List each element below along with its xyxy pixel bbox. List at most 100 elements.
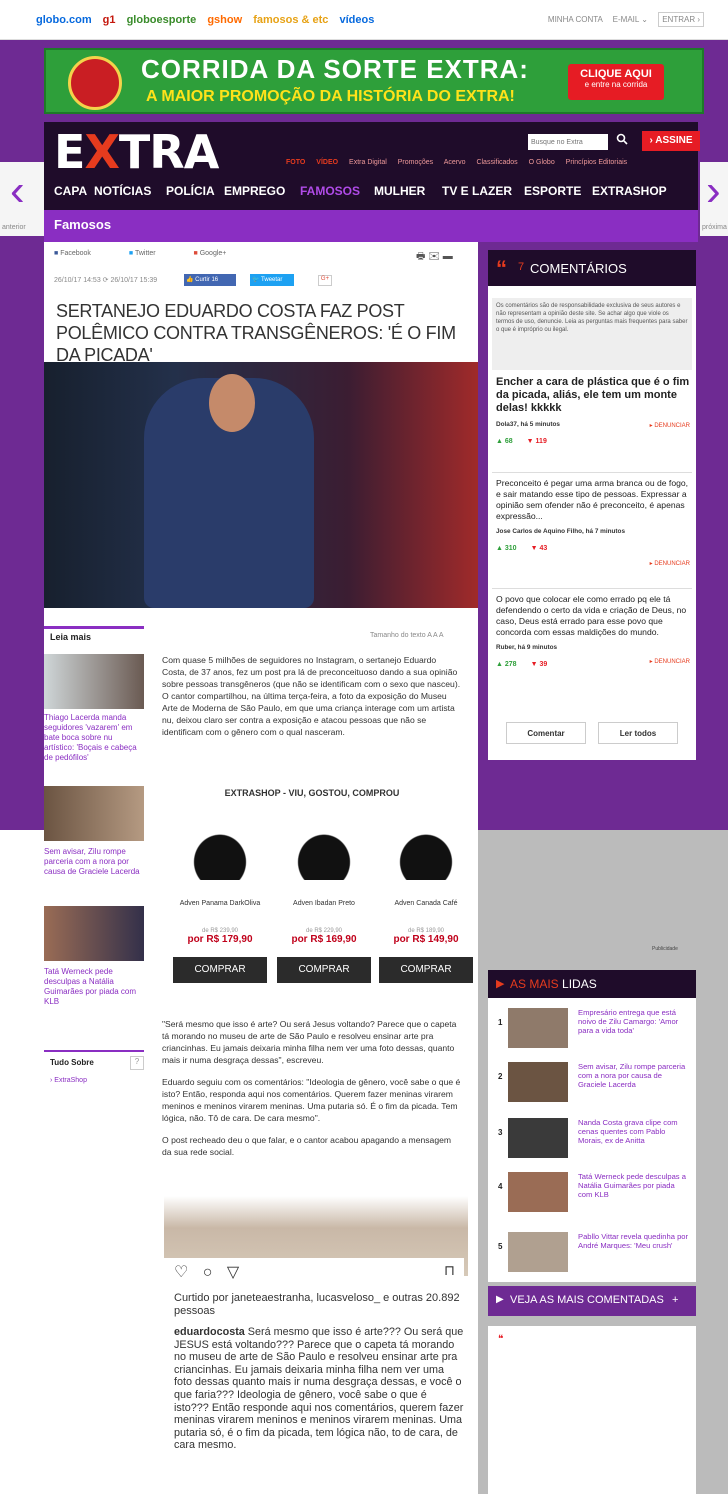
minha-conta-link[interactable]: MINHA CONTA — [548, 15, 603, 24]
nav-extrashop[interactable]: EXTRASHOP — [592, 184, 667, 198]
subnav-extra-digital[interactable]: Extra Digital — [349, 159, 387, 166]
comentar-button[interactable]: Comentar — [506, 722, 586, 744]
nav-tv-lazer[interactable]: TV E LAZER — [442, 184, 512, 198]
mais-lidas-item[interactable]: 1 Empresário entrega que está noivo de Zi… — [496, 1006, 692, 1054]
leia-mais-thumb — [44, 786, 144, 841]
google-share[interactable]: ■ Google+ — [194, 250, 245, 257]
nav-videos[interactable]: vídeos — [339, 14, 374, 26]
mais-lidas-item[interactable]: 3 Nanda Costa grava clipe com cenas quent… — [496, 1116, 692, 1164]
nav-gshow[interactable]: gshow — [207, 14, 242, 26]
comments-count: 7 — [518, 261, 525, 273]
tweet-button[interactable]: 🐦 Tweetar — [250, 274, 294, 286]
lida-thumb — [508, 1118, 568, 1158]
comment-bubble-icon[interactable]: ○ — [203, 1264, 213, 1281]
comprar-button[interactable]: COMPRAR — [173, 957, 267, 983]
mais-comentadas-header[interactable]: ▶ VEJA AS MAIS COMENTADAS + — [488, 1286, 696, 1316]
denunciar-link[interactable]: ▸ DENUNCIAR — [650, 658, 690, 665]
thumbs-up-icon[interactable]: ▲ 68 — [496, 438, 513, 445]
thumbs-up-icon[interactable]: ▲ 278 — [496, 661, 517, 668]
subnav-acervo[interactable]: Acervo — [444, 159, 466, 166]
product-name: Adven Panama DarkOliva — [179, 900, 261, 907]
publicidade-label: Publicidade — [652, 946, 678, 952]
mais-lidas-item[interactable]: 2 Sem avisar, Zilu rompe parceria com a n… — [496, 1060, 692, 1108]
help-icon[interactable]: ? — [130, 1056, 144, 1070]
leia-mais-item[interactable]: Thiago Lacerda manda seguidores 'vazarem… — [44, 654, 144, 763]
subnav-video[interactable]: VÍDEO — [316, 159, 338, 166]
bookmark-icon[interactable]: ⊓ — [444, 1262, 455, 1279]
mais-lidas-item[interactable]: 4 Tatá Werneck pede desculpas a Natália G… — [496, 1170, 692, 1218]
rank-number: 1 — [498, 1018, 503, 1027]
leia-mais-item[interactable]: Sem avisar, Zilu rompe parceria com a no… — [44, 786, 144, 877]
subnav-principios[interactable]: Princípios Editoriais — [566, 159, 627, 166]
comprar-button[interactable]: COMPRAR — [379, 957, 473, 983]
logo-e: E — [54, 125, 85, 179]
facebook-icon: ■ — [54, 250, 59, 257]
article-body: "Será mesmo que isso é arte? Ou será Jes… — [162, 1018, 462, 1168]
gplus-button[interactable]: G+ — [318, 275, 332, 286]
subnav-foto[interactable]: FOTO — [286, 159, 305, 166]
assine-button[interactable]: › ASSINE — [642, 131, 700, 151]
mais-lidas-item[interactable]: 5 Pabllo Vittar revela quedinha por André… — [496, 1230, 692, 1278]
nav-noticias[interactable]: NOTÍCIAS — [94, 184, 151, 198]
email-link[interactable]: E-MAIL ⌄ — [613, 15, 648, 24]
send-icon[interactable]: ▽ — [227, 1264, 239, 1281]
nav-famosos-active[interactable]: FAMOSOS — [300, 184, 360, 198]
lida-thumb — [508, 1172, 568, 1212]
print-icon[interactable]: 🖶 — [416, 251, 425, 262]
product-card[interactable]: Adven Canada Café de R$ 189,90 por R$ 14… — [376, 810, 476, 983]
facebook-like-button[interactable]: 👍 Curtir 16 — [184, 274, 236, 286]
twitter-share[interactable]: ■ Twitter — [129, 250, 174, 257]
search-input[interactable] — [528, 134, 608, 150]
nav-globoesporte[interactable]: globoesporte — [127, 14, 197, 26]
instagram-user[interactable]: eduardocosta — [174, 1326, 245, 1338]
heart-icon[interactable]: ♡ — [174, 1264, 188, 1281]
up-count: 68 — [504, 438, 513, 445]
product-card[interactable]: Adven Panama DarkOliva de R$ 239,90 por … — [170, 810, 270, 983]
nav-globo[interactable]: globo.com — [36, 14, 92, 26]
comment-item: Preconceito é pegar uma arma branca ou d… — [496, 478, 692, 567]
product-card[interactable]: Adven Ibadan Preto de R$ 229,90 por R$ 1… — [274, 810, 374, 983]
thumbs-up-icon[interactable]: ▲ 310 — [496, 545, 517, 552]
tudo-sobre-link[interactable]: › ExtraShop — [50, 1077, 87, 1084]
facebook-share[interactable]: ■ Facebook — [54, 250, 109, 257]
section-bar: Famosos — [44, 210, 698, 242]
leia-mais-item[interactable]: Tatá Werneck pede desculpas a Natália Gu… — [44, 906, 144, 1007]
nav-emprego[interactable]: EMPREGO — [224, 184, 285, 198]
extra-logo[interactable]: EXTRA — [54, 125, 219, 179]
body-paragraph: Eduardo seguiu com os comentários: "Ideo… — [162, 1077, 461, 1123]
nav-g1[interactable]: g1 — [103, 14, 116, 26]
subnav-oglobo[interactable]: O Globo — [529, 159, 555, 166]
subnav-promocoes[interactable]: Promoções — [398, 159, 433, 166]
comment-icon[interactable]: ▬ — [443, 251, 453, 262]
nav-esporte[interactable]: ESPORTE — [524, 184, 581, 198]
thumbs-down-icon[interactable]: ▼ 43 — [531, 545, 548, 552]
nav-famosos[interactable]: famosos & etc — [253, 14, 328, 26]
banner-cta-button[interactable]: CLIQUE AQUI e entre na corrida — [568, 64, 664, 100]
caption-text: Será mesmo que isso é arte??? Ou será qu… — [174, 1326, 464, 1452]
nav-capa[interactable]: CAPA — [54, 184, 87, 198]
globo-nav: globo.com g1 globoesporte gshow famosos … — [36, 14, 382, 26]
comprar-button[interactable]: COMPRAR — [277, 957, 371, 983]
promo-banner[interactable]: CORRIDA DA SORTE EXTRA: A MAIOR PROMOÇÃO… — [44, 48, 704, 114]
twitter-icon: ■ — [128, 250, 134, 257]
nav-policia[interactable]: POLÍCIA — [166, 184, 215, 198]
thumbs-down-icon[interactable]: ▼ 119 — [527, 438, 547, 445]
singer-head — [209, 374, 255, 432]
mais-comentadas-box: ❝ — [488, 1326, 696, 1494]
denunciar-link[interactable]: ▸ DENUNCIAR — [650, 422, 690, 429]
plus-icon[interactable]: + — [672, 1294, 678, 1306]
next-article-button[interactable]: › próxima — [700, 162, 728, 236]
nav-mulher[interactable]: MULHER — [374, 184, 425, 198]
subnav-classificados[interactable]: Classificados — [476, 159, 517, 166]
text-size-control[interactable]: Tamanho do texto A A A — [370, 632, 444, 639]
denunciar-link[interactable]: ▸ DENUNCIAR — [650, 560, 690, 567]
ler-todos-button[interactable]: Ler todos — [598, 722, 678, 744]
mais-lidas-header: ▶ AS MAIS LIDAS — [488, 970, 696, 998]
thumbs-down-icon[interactable]: ▼ 39 — [531, 661, 548, 668]
prev-article-button[interactable]: ‹ anterior — [0, 162, 44, 236]
banner-cta-sub: e entre na corrida — [584, 80, 648, 89]
account-links: MINHA CONTA E-MAIL ⌄ ENTRAR › — [540, 12, 704, 27]
mail-icon[interactable]: ✉ — [428, 251, 440, 262]
search-icon[interactable] — [610, 133, 634, 151]
entrar-button[interactable]: ENTRAR › — [658, 12, 704, 27]
